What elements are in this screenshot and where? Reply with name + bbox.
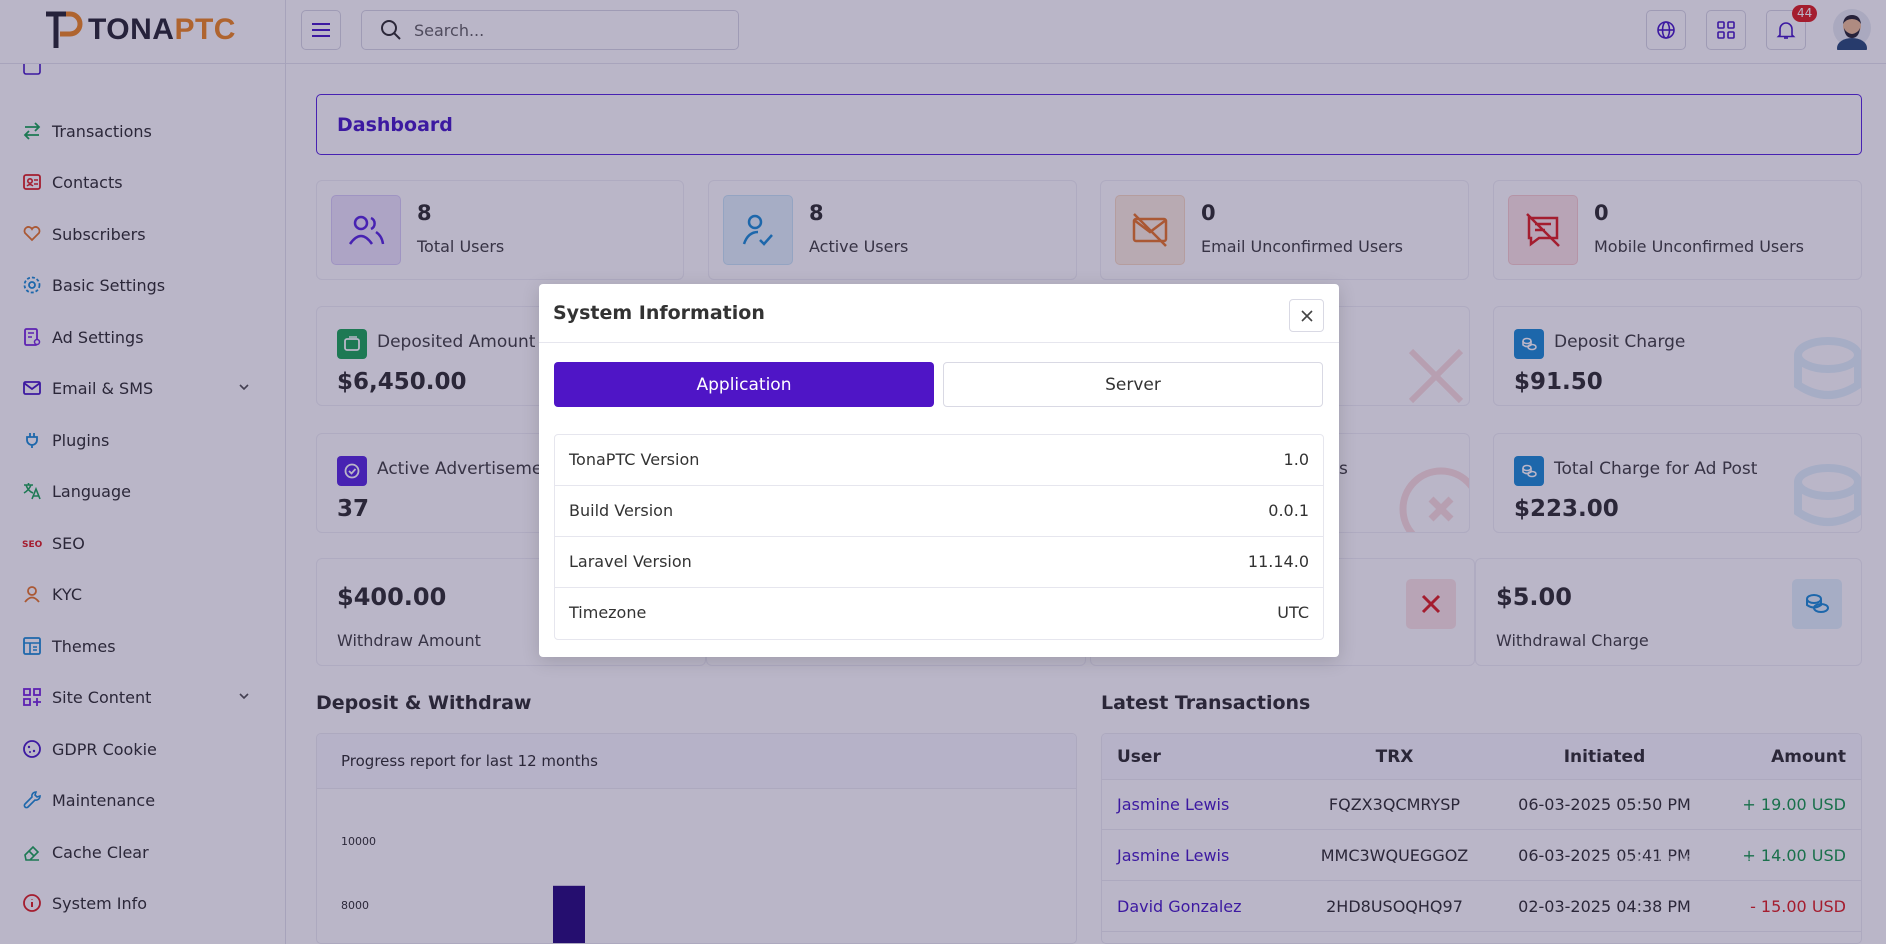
tab-application[interactable]: Application [554,362,934,407]
close-icon [1300,309,1313,322]
info-value: 11.14.0 [1247,552,1309,571]
info-row: Build Version 0.0.1 [555,486,1323,537]
system-information-modal: System Information Application Server To… [539,284,1339,657]
modal-close-button[interactable] [1289,299,1324,332]
info-row: TonaPTC Version 1.0 [555,435,1323,486]
system-info-table: TonaPTC Version 1.0 Build Version 0.0.1 … [554,434,1324,640]
info-row: Laravel Version 11.14.0 [555,537,1323,588]
info-value: 1.0 [1283,450,1309,469]
tab-server[interactable]: Server [943,362,1323,407]
info-key: Build Version [569,501,674,520]
info-key: TonaPTC Version [569,450,700,469]
info-value: 0.0.1 [1268,501,1309,520]
info-value: UTC [1277,603,1309,622]
info-key: Timezone [569,603,647,622]
info-row: Timezone UTC [555,588,1323,639]
modal-header: System Information [539,284,1339,343]
modal-title: System Information [553,302,765,324]
info-key: Laravel Version [569,552,692,571]
